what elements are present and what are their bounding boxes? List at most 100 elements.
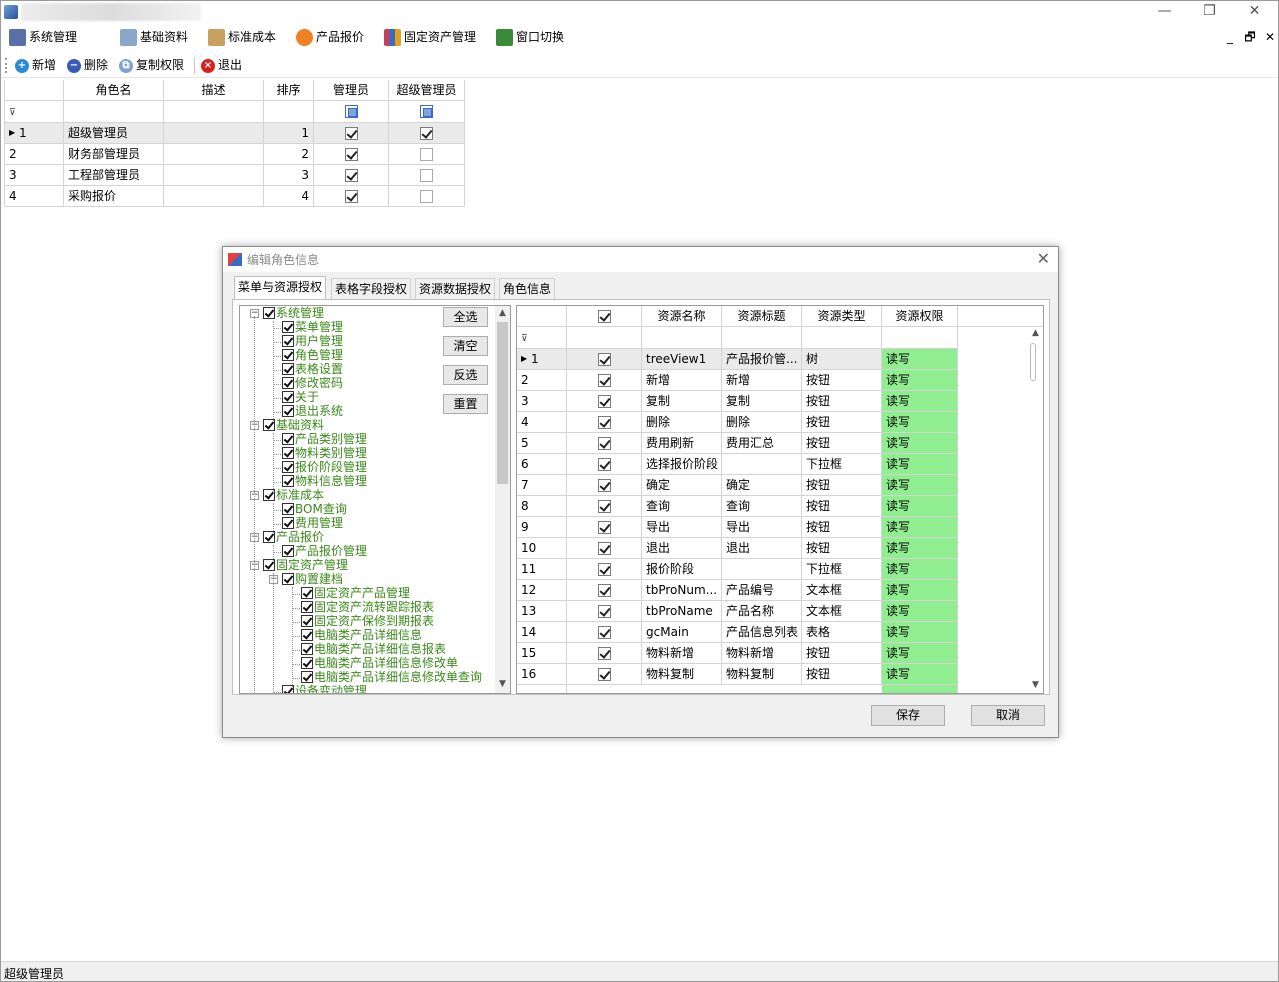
tree-node[interactable]: 设备变动管理 [282,685,367,693]
res-permission-cell[interactable]: 读写 [882,664,958,685]
filter-super-admin[interactable] [389,101,465,123]
res-type-cell[interactable]: 树 [802,349,882,370]
tree-node-checkbox[interactable] [282,433,294,445]
res-permission-cell[interactable]: 读写 [882,580,958,601]
role-admin-cell[interactable] [314,144,389,165]
tree-node-checkbox[interactable] [282,573,294,585]
res-check-cell[interactable] [567,391,642,412]
res-type-cell[interactable]: 按钮 [802,664,882,685]
res-name-cell[interactable]: treeView1 [642,349,722,370]
row-indicator[interactable]: ▶ 1 [4,123,64,144]
tree-node[interactable]: 用户管理 [282,335,343,349]
tree-node[interactable]: 电脑类产品详细信息 [301,629,422,643]
res-check-cell[interactable] [567,622,642,643]
tree-node-checkbox[interactable] [301,643,313,655]
resource-checkbox[interactable] [597,542,611,555]
tree-node-checkbox[interactable] [282,503,294,515]
res-permission-cell[interactable]: 读写 [882,517,958,538]
res-type-cell[interactable]: 下拉框 [802,454,882,475]
role-name-cell[interactable]: 工程部管理员 [64,165,164,186]
column-header-description[interactable]: 描述 [164,80,264,101]
menu-product-quote[interactable]: 产品报价 [294,27,370,48]
res-permission-cell[interactable]: 读写 [882,349,958,370]
menu-standard-cost[interactable]: 标准成本 [206,27,282,48]
filter-order[interactable] [264,101,314,123]
res-permission-cell[interactable]: 读写 [882,391,958,412]
admin-checkbox[interactable] [344,169,358,182]
dialog-close-icon[interactable]: ✕ [1037,249,1050,268]
tree-node-checkbox[interactable] [282,321,294,333]
tree-node-checkbox[interactable] [282,349,294,361]
mdi-restore-button[interactable]: 🗗 [1243,30,1257,44]
column-header-order[interactable]: 排序 [264,80,314,101]
tree-node-checkbox[interactable] [301,657,313,669]
res-row-indicator[interactable]: 11 [517,559,567,580]
res-name-cell[interactable]: 退出 [642,538,722,559]
res-filter-cell[interactable] [882,327,958,349]
tree-node[interactable]: 电脑类产品详细信息报表 [301,643,446,657]
res-type-cell[interactable]: 按钮 [802,517,882,538]
tree-node[interactable]: 物料信息管理 [282,475,367,489]
res-name-cell[interactable]: tbProNum... [642,580,722,601]
res-permission-cell[interactable]: 读写 [882,433,958,454]
tree-node[interactable]: 产品报价 [263,531,324,545]
menu-window-switch[interactable]: 窗口切换 [494,27,570,48]
tree-node[interactable]: 系统管理 [263,307,324,321]
super-admin-checkbox[interactable] [420,169,433,182]
res-check-header[interactable] [567,306,642,327]
super-admin-checkbox[interactable] [420,148,433,161]
role-description-cell[interactable] [164,186,264,207]
res-scroll-up-icon[interactable]: ▲ [1030,327,1041,339]
res-name-cell[interactable]: 物料新增 [642,643,722,664]
tree-node-checkbox[interactable] [282,377,294,389]
res-name-cell[interactable]: 费用刷新 [642,433,722,454]
role-admin-cell[interactable] [314,165,389,186]
filter-admin-checkbox[interactable] [344,105,358,118]
tree-node[interactable]: 表格设置 [282,363,343,377]
scroll-up-arrow-icon[interactable]: ▲ [497,307,508,319]
tree-node-checkbox[interactable] [263,307,275,319]
tree-node-checkbox[interactable] [301,615,313,627]
tree-node-checkbox[interactable] [282,517,294,529]
res-name-cell[interactable]: 确定 [642,475,722,496]
resource-checkbox[interactable] [597,605,611,618]
filter-admin[interactable] [314,101,389,123]
save-button[interactable]: 保存 [871,705,945,726]
close-button[interactable]: ✕ [1232,1,1277,23]
menu-basic-data[interactable]: 基础资料 [118,27,194,48]
res-type-cell[interactable]: 按钮 [802,370,882,391]
tree-node-checkbox[interactable] [301,587,313,599]
tree-node-checkbox[interactable] [282,405,294,417]
res-col-permission-header[interactable]: 资源权限 [882,306,958,327]
res-permission-cell[interactable]: 读写 [882,412,958,433]
role-super-cell[interactable] [389,165,465,186]
tree-node[interactable]: 固定资产产品管理 [301,587,410,601]
res-check-cell[interactable] [567,601,642,622]
select-all-checkbox[interactable] [597,310,611,323]
tree-node-checkbox[interactable] [282,363,294,375]
res-permission-cell[interactable]: 读写 [882,496,958,517]
role-admin-cell[interactable] [314,186,389,207]
role-super-cell[interactable] [389,144,465,165]
tree-node[interactable]: BOM查询 [282,503,347,517]
res-title-cell[interactable]: 物料新增 [722,643,802,664]
tree-node-checkbox[interactable] [301,671,313,683]
invert-selection-button[interactable]: 反选 [443,365,488,385]
res-title-cell[interactable]: 删除 [722,412,802,433]
res-title-cell[interactable]: 产品报价管... [722,349,802,370]
res-row-indicator[interactable]: 16 [517,664,567,685]
res-row-indicator[interactable]: ▶ 1 [517,349,567,370]
res-check-cell[interactable] [567,349,642,370]
res-check-cell[interactable] [567,580,642,601]
reset-button[interactable]: 重置 [443,394,488,414]
row-indicator[interactable]: 2 [4,144,64,165]
res-permission-cell[interactable]: 读写 [882,601,958,622]
res-filter-cell[interactable] [802,327,882,349]
role-name-cell[interactable]: 财务部管理员 [64,144,164,165]
resource-checkbox[interactable] [597,416,611,429]
res-scroll-down-icon[interactable]: ▼ [1030,679,1041,691]
menu-fixed-assets[interactable]: 固定资产管理 [382,27,482,48]
res-type-cell[interactable]: 按钮 [802,412,882,433]
resource-checkbox[interactable] [597,647,611,660]
tree-node[interactable]: 关于 [282,391,319,405]
